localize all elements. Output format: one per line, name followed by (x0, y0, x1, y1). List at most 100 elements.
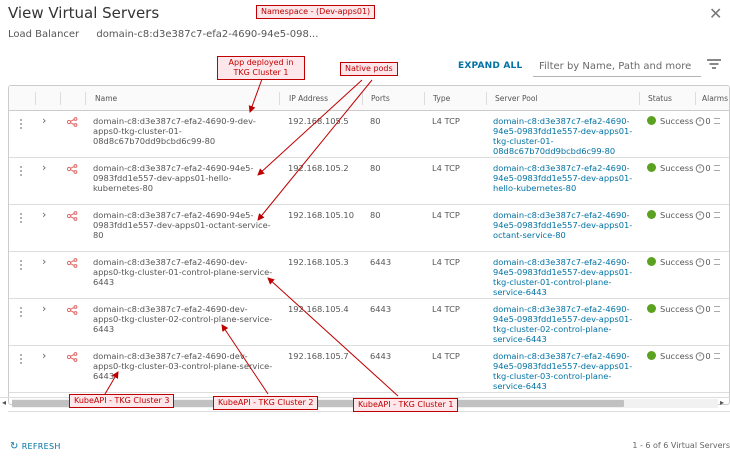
status-label: Success (660, 257, 694, 267)
success-status-icon (647, 163, 656, 172)
filter-input[interactable] (533, 57, 701, 77)
table-row: › domain-c8:d3e387c7-efa2-4690-dev-apps0… (9, 299, 729, 346)
network-icon[interactable] (67, 258, 78, 268)
refresh-icon: ↻ (10, 441, 19, 452)
alarm-indicator-icon (713, 259, 720, 265)
alarm-indicator-icon (713, 165, 720, 171)
column-header-pool[interactable]: Server Pool (495, 94, 538, 103)
column-header-name[interactable]: Name (95, 94, 117, 103)
row-expand-chevron-icon[interactable]: › (42, 161, 46, 174)
server-pool-link[interactable]: domain-c8:d3e387c7-efa2-4690-94e5-0983fd… (493, 304, 643, 344)
row-expand-chevron-icon[interactable]: › (42, 255, 46, 268)
virtual-server-name: domain-c8:d3e387c7-efa2-4690-9-dev-apps0… (93, 116, 256, 146)
column-separator (279, 92, 280, 105)
grid-header: Name IP Address Ports Type Server Pool S… (9, 86, 729, 111)
row-actions-icon[interactable] (15, 117, 27, 131)
table-row: › domain-c8:d3e387c7-efa2-4690-dev-apps0… (9, 346, 729, 393)
column-separator (60, 92, 61, 105)
virtual-server-name: domain-c8:d3e387c7-efa2-4690-94e5-0983fd… (93, 210, 271, 240)
row-expand-chevron-icon[interactable]: › (42, 302, 46, 315)
column-separator (486, 92, 487, 105)
server-pool-link[interactable]: domain-c8:d3e387c7-efa2-4690-94e5-0983fd… (493, 210, 643, 240)
column-header-ip[interactable]: IP Address (289, 94, 328, 103)
success-status-icon (647, 116, 656, 125)
status: Success 0 (647, 351, 720, 361)
virtual-servers-grid: Name IP Address Ports Type Server Pool S… (8, 85, 730, 405)
alarm-indicator-icon (713, 306, 720, 312)
success-status-icon (647, 257, 656, 266)
row-actions-icon[interactable] (15, 352, 27, 366)
table-row: › domain-c8:d3e387c7-efa2-4690-94e5-0983… (9, 158, 729, 205)
status: Success 0 (647, 210, 720, 220)
alarm-clock-icon (696, 258, 705, 267)
expand-all-button[interactable]: EXPAND ALL (458, 61, 522, 71)
server-pool-link[interactable]: domain-c8:d3e387c7-efa2-4690-94e5-0983fd… (493, 116, 643, 156)
alarm-indicator-icon (713, 353, 720, 359)
table-row: › domain-c8:d3e387c7-efa2-4690-94e5-0983… (9, 205, 729, 252)
column-header-status[interactable]: Status (648, 94, 672, 103)
column-header-ports[interactable]: Ports (371, 94, 390, 103)
table-row: › domain-c8:d3e387c7-efa2-4690-9-dev-app… (9, 111, 729, 158)
column-separator (35, 92, 36, 105)
type: L4 TCP (432, 257, 460, 267)
network-icon[interactable] (67, 352, 78, 362)
type: L4 TCP (432, 163, 460, 173)
network-icon[interactable] (67, 305, 78, 315)
ip-address: 192.168.105.10 (288, 210, 354, 220)
ip-address: 192.168.105.7 (288, 351, 349, 361)
row-actions-icon[interactable] (15, 164, 27, 178)
alarm-count: 0 (705, 116, 711, 126)
success-status-icon (647, 210, 656, 219)
row-actions-icon[interactable] (15, 305, 27, 319)
alarm-count: 0 (705, 163, 711, 173)
row-actions-icon[interactable] (15, 258, 27, 272)
alarm-clock-icon (696, 117, 705, 126)
alarm-clock-icon (696, 164, 705, 173)
status: Success 0 (647, 116, 720, 126)
row-expand-chevron-icon[interactable]: › (42, 349, 46, 362)
ports: 6443 (370, 351, 392, 361)
annotation-tkg-app: App deployed in TKG Cluster 1 (217, 56, 305, 80)
load-balancer-label: Load Balancer (8, 29, 80, 40)
row-expand-chevron-icon[interactable]: › (42, 114, 46, 127)
server-pool-link[interactable]: domain-c8:d3e387c7-efa2-4690-94e5-0983fd… (493, 163, 643, 193)
column-header-type[interactable]: Type (433, 94, 450, 103)
column-header-alarms[interactable]: Alarms (702, 94, 728, 103)
success-status-icon (647, 351, 656, 360)
ip-address: 192.168.105.3 (288, 257, 349, 267)
status: Success 0 (647, 257, 720, 267)
column-separator (85, 92, 86, 105)
annotation-kubeapi-1: KubeAPI - TKG Cluster 1 (353, 398, 459, 412)
status-label: Success (660, 210, 694, 220)
filter-icon[interactable] (707, 59, 721, 69)
close-icon[interactable]: ✕ (709, 4, 722, 23)
row-expand-chevron-icon[interactable]: › (42, 208, 46, 221)
type: L4 TCP (432, 351, 460, 361)
row-actions-icon[interactable] (15, 211, 27, 225)
status-label: Success (660, 163, 694, 173)
scroll-right-arrow-icon[interactable]: ▸ (720, 398, 724, 407)
alarm-count: 0 (705, 257, 711, 267)
status-label: Success (660, 116, 694, 126)
refresh-button[interactable]: ↻ REFRESH (10, 441, 61, 452)
column-separator (424, 92, 425, 105)
alarm-clock-icon (696, 305, 705, 314)
server-pool-link[interactable]: domain-c8:d3e387c7-efa2-4690-94e5-0983fd… (493, 351, 643, 391)
virtual-server-name: domain-c8:d3e387c7-efa2-4690-dev-apps0-t… (93, 351, 273, 381)
status-label: Success (660, 351, 694, 361)
pagination-summary: 1 - 6 of 6 Virtual Servers (632, 441, 730, 450)
type: L4 TCP (432, 304, 460, 314)
server-pool-link[interactable]: domain-c8:d3e387c7-efa2-4690-94e5-0983fd… (493, 257, 643, 297)
status-label: Success (660, 304, 694, 314)
virtual-server-name: domain-c8:d3e387c7-efa2-4690-94e5-0983fd… (93, 163, 254, 193)
alarm-clock-icon (696, 211, 705, 220)
ip-address: 192.168.105.5 (288, 116, 349, 126)
load-balancer-value: domain-c8:d3e387c7-efa2-4690-94e5-098... (96, 29, 319, 40)
scroll-left-arrow-icon[interactable]: ◂ (2, 398, 6, 407)
network-icon[interactable] (67, 164, 78, 174)
network-icon[interactable] (67, 117, 78, 127)
ip-address: 192.168.105.4 (288, 304, 349, 314)
status: Success 0 (647, 304, 720, 314)
grid-footer: ↻ REFRESH 1 - 6 of 6 Virtual Servers (8, 411, 730, 463)
network-icon[interactable] (67, 211, 78, 221)
